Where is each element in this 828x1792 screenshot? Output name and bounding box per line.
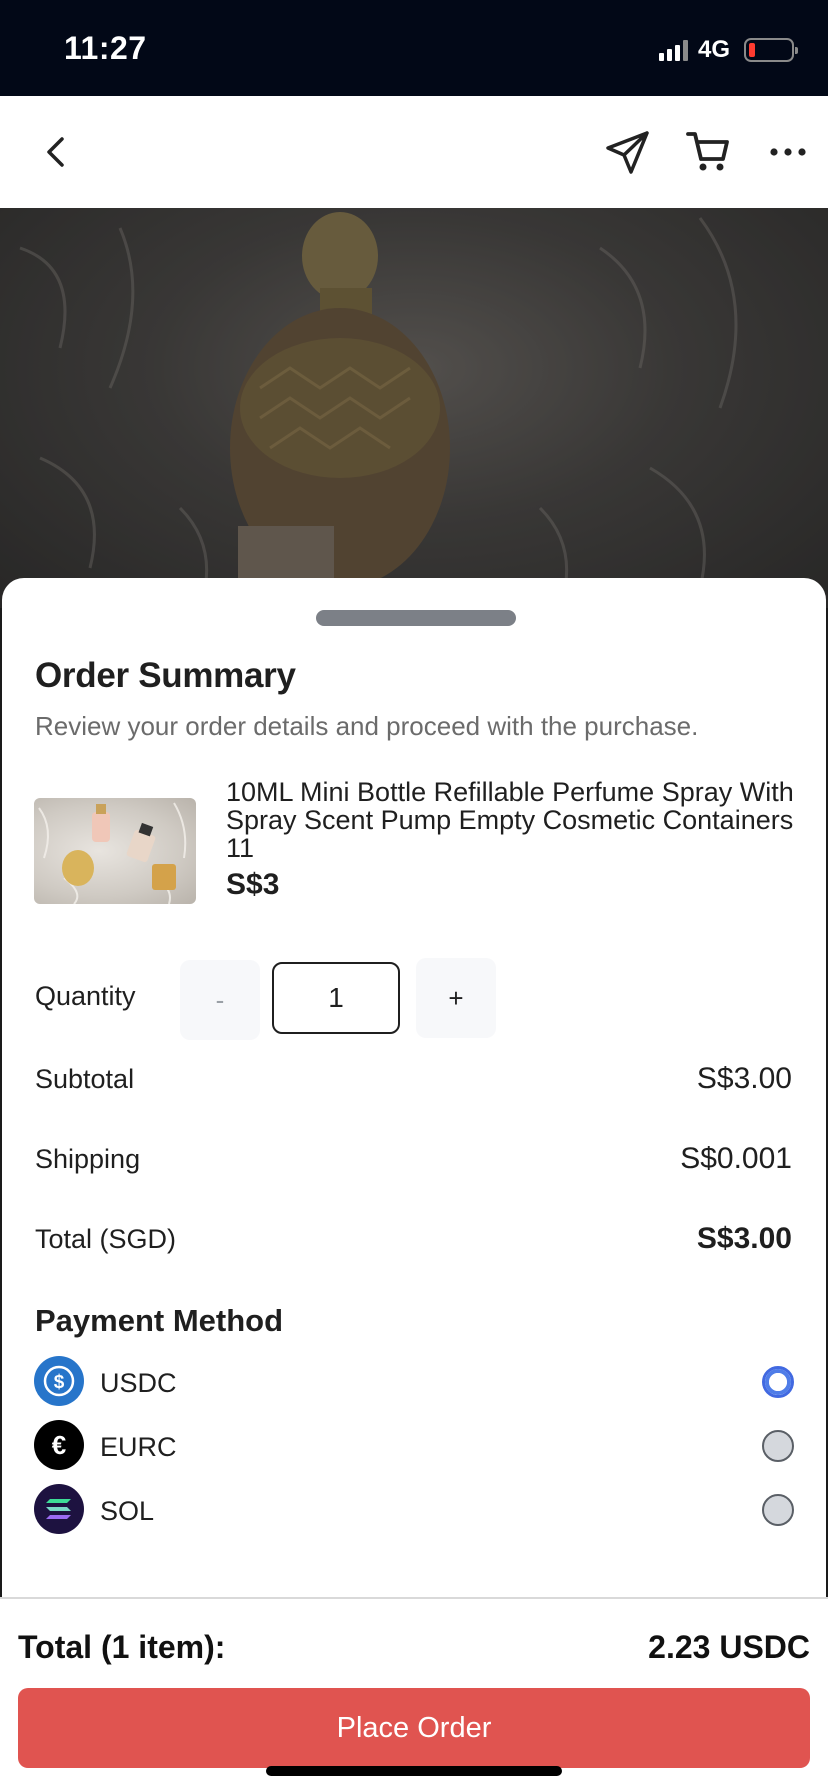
svg-text:€: € (52, 1430, 66, 1460)
quantity-decrement-button[interactable]: - (180, 960, 260, 1040)
send-icon (606, 131, 649, 174)
quantity-label: Quantity (35, 981, 136, 1011)
back-button[interactable] (30, 126, 82, 178)
subtotal-value: S$3.00 (696, 1062, 792, 1095)
product-name: 10ML Mini Bottle Refillable Perfume Spra… (226, 777, 794, 863)
checkout-footer: Total (1 item): 2.23 USDC Place Order (0, 1597, 828, 1792)
payment-radio-eurc[interactable] (762, 1430, 794, 1462)
status-time: 11:27 (64, 30, 147, 66)
cart-icon (686, 132, 729, 171)
payment-radio-usdc[interactable] (762, 1366, 794, 1398)
payment-option-label: EURC (100, 1432, 177, 1462)
footer-total-label: Total (1 item): (18, 1629, 226, 1665)
total-value: S$3.00 (696, 1222, 792, 1255)
subtotal-label: Subtotal (35, 1064, 135, 1094)
payment-method-title: Payment Method (35, 1303, 284, 1338)
home-indicator (266, 1766, 562, 1776)
payment-option-label: USDC (100, 1368, 177, 1398)
place-order-button[interactable]: Place Order (18, 1688, 810, 1768)
payment-option-eurc[interactable]: € EURC (34, 1420, 794, 1472)
more-horizontal-icon (770, 148, 806, 156)
perfume-thumbnail-image (38, 802, 187, 904)
nav-bar (0, 96, 828, 208)
status-bar: 11:27 4G (0, 0, 828, 96)
footer-total-value: 2.23 USDC (648, 1629, 810, 1665)
euro-icon: € (34, 1420, 84, 1470)
status-indicators: 4G (658, 36, 798, 64)
product-thumbnail (34, 798, 196, 904)
quantity-input[interactable]: 1 (272, 962, 400, 1034)
share-button[interactable] (602, 126, 654, 178)
solana-icon (34, 1484, 84, 1534)
shipping-value: S$0.001 (680, 1142, 792, 1175)
usdc-icon: $ (34, 1356, 84, 1406)
total-label: Total (SGD) (35, 1224, 177, 1254)
battery-icon (744, 38, 798, 62)
svg-text:$: $ (54, 1372, 65, 1393)
payment-option-sol[interactable]: SOL (34, 1484, 794, 1536)
payment-option-label: SOL (100, 1496, 155, 1526)
sheet-subtitle: Review your order details and proceed wi… (35, 711, 699, 741)
quantity-increment-button[interactable]: + (416, 958, 496, 1038)
more-button[interactable] (762, 126, 814, 178)
product-price: S$3 (226, 868, 280, 901)
cart-button[interactable] (682, 126, 734, 178)
signal-icon (658, 39, 688, 61)
hero-overlay (0, 208, 828, 608)
product-hero-image (0, 208, 828, 608)
sheet-title: Order Summary (35, 656, 296, 695)
shipping-label: Shipping (35, 1144, 141, 1174)
payment-radio-sol[interactable] (762, 1494, 794, 1526)
chevron-left-icon (47, 137, 64, 167)
payment-option-usdc[interactable]: $ USDC (34, 1356, 794, 1408)
network-type: 4G (697, 36, 730, 63)
sheet-drag-handle[interactable] (316, 610, 516, 626)
